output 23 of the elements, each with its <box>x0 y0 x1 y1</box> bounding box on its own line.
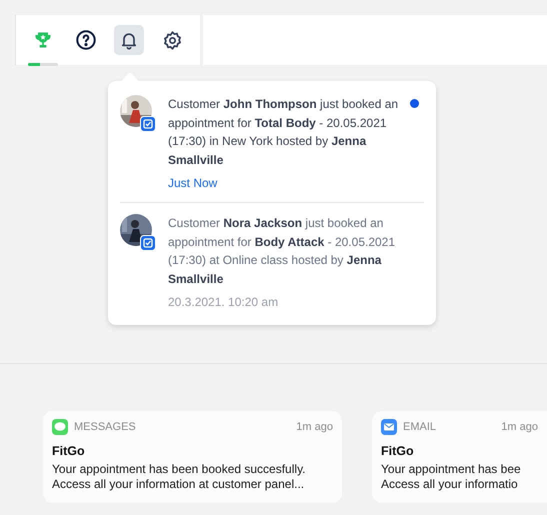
checkbox-icon <box>140 116 156 132</box>
push-notification-card[interactable]: EMAIL 1m ago FitGo Your appointment has bee Access all your informatio <box>372 411 547 503</box>
card-time: 1m ago <box>501 421 538 433</box>
card-time: 1m ago <box>296 421 333 433</box>
settings-icon <box>162 30 182 50</box>
notification-text: Customer John Thompson just booked an appointment for Total Body - 20.05.2021 (17:30) in New York hosted by Jenna Smallville <box>168 96 400 168</box>
notification-text: Customer Nora Jackson just booked an appointment for Body Attack - 20.05.2021 (17:30) at Online class hosted by Jenna Smallville <box>168 215 396 288</box>
envelope-icon <box>381 419 397 435</box>
card-title: FitGo <box>52 444 86 458</box>
card-message: Your appointment has been booked succesfully. Access all your information at customer panel... <box>52 462 307 492</box>
notification-time: Just Now <box>168 176 218 190</box>
unread-dot <box>410 99 419 108</box>
checkbox-icon <box>140 235 156 251</box>
bell-button[interactable] <box>114 25 144 55</box>
help-icon <box>75 29 97 51</box>
chat-bubble-icon <box>52 419 68 435</box>
card-message: Your appointment has bee Access all your informatio <box>381 462 522 492</box>
app-name: EMAIL <box>403 421 438 433</box>
trophy-icon <box>33 30 53 50</box>
card-title: FitGo <box>381 444 415 458</box>
notification-time: 20.3.2021. 10:20 am <box>168 295 278 309</box>
app-name: MESSAGES <box>74 421 137 433</box>
push-notification-card[interactable]: MESSAGES 1m ago FitGo Your appointment has been booked succesfully. Access all your information at customer panel... <box>43 411 342 503</box>
